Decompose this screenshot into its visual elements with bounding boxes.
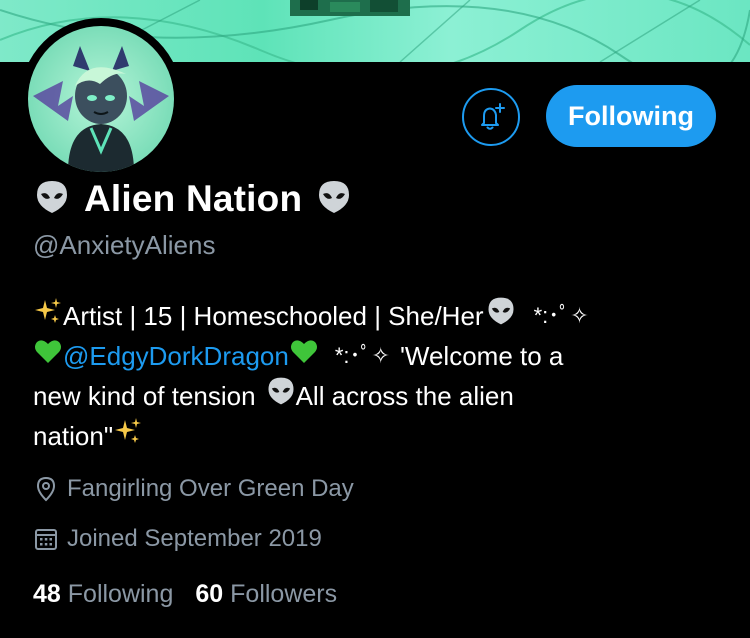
follow-stats: 48 Following 60 Followers — [33, 580, 337, 609]
alien-emoji-icon — [34, 179, 70, 220]
profile-joined-date: Joined September 2019 — [33, 525, 322, 553]
notifications-bell-button[interactable] — [462, 88, 520, 146]
green-heart-emoji-icon — [289, 336, 319, 377]
following-button[interactable]: Following — [546, 85, 716, 147]
alien-emoji-icon — [266, 376, 296, 417]
bell-plus-icon — [481, 103, 505, 130]
bio-text: Artist | 15 | Homeschooled | She/Her — [63, 301, 484, 331]
green-heart-emoji-icon — [33, 336, 63, 377]
avatar[interactable] — [28, 26, 174, 172]
location-pin-icon — [36, 476, 56, 502]
sparkles-emoji-icon — [113, 416, 143, 457]
user-handle: @AnxietyAliens — [33, 230, 216, 260]
followers-label: Followers — [230, 580, 338, 608]
followers-stat[interactable]: 60 Followers — [195, 580, 337, 609]
following-label: Following — [67, 580, 174, 608]
followers-count: 60 — [195, 580, 224, 608]
display-name: Alien Nation — [84, 178, 303, 219]
following-count: 48 — [33, 580, 61, 608]
mention-link[interactable]: @EdgyDorkDragon — [63, 336, 289, 376]
profile-bio: Artist | 15 | Homeschooled | She/Her *:･… — [33, 296, 723, 456]
calendar-icon — [35, 529, 57, 550]
bio-line: new kind of tension All across the alien — [33, 376, 723, 416]
bio-line: Artist | 15 | Homeschooled | She/Her *:･… — [33, 296, 723, 336]
profile-location: Fangirling Over Green Day — [33, 475, 354, 503]
bio-line: nation" — [33, 416, 723, 456]
alien-emoji-icon — [316, 179, 352, 220]
bio-line: @EdgyDorkDragon *:･ﾟ✧ 'Welcome to a — [33, 336, 723, 376]
bio-text: 'Welcome to a — [399, 341, 564, 371]
location-text: Fangirling Over Green Day — [67, 475, 354, 502]
avatar-image — [28, 26, 174, 172]
bio-text: new kind of tension — [33, 381, 256, 411]
avatar-frame — [20, 18, 182, 180]
bio-decoration: *:･ﾟ✧ — [533, 303, 589, 328]
display-name-row: Alien Nation — [34, 176, 352, 222]
bio-text: nation" — [33, 421, 114, 451]
joined-text: Joined September 2019 — [67, 525, 322, 552]
following-stat[interactable]: 48 Following — [33, 580, 173, 609]
alien-emoji-icon — [486, 296, 516, 337]
sparkles-emoji-icon — [33, 296, 63, 337]
bio-decoration: *:･ﾟ✧ — [334, 343, 390, 368]
bio-text: All across the alien — [295, 381, 514, 411]
